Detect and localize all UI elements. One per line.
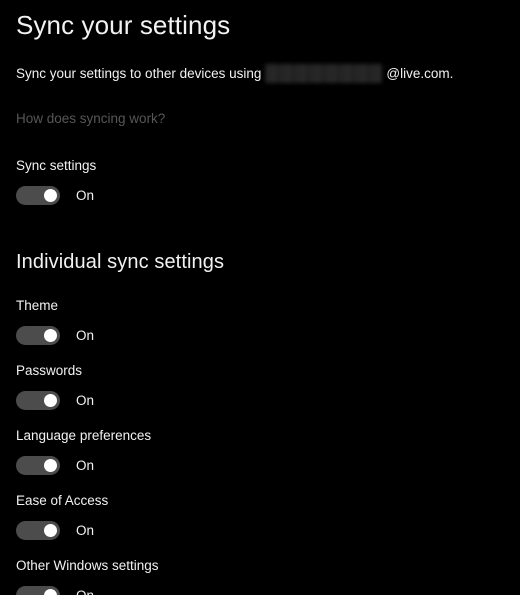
toggle-thumb-icon	[44, 524, 57, 537]
toggle-thumb-icon	[44, 189, 57, 202]
master-sync-toggle-row: On	[16, 186, 504, 205]
list-item: Passwords On	[16, 362, 504, 410]
sync-item-label-language-preferences: Language preferences	[16, 428, 152, 443]
sync-toggle-other-windows-settings[interactable]	[16, 586, 60, 595]
toggle-thumb-icon	[44, 394, 57, 407]
master-sync-label: Sync settings	[16, 158, 97, 173]
sync-toggle-language-preferences[interactable]	[16, 456, 60, 475]
sync-toggle-passwords[interactable]	[16, 391, 60, 410]
sync-state-label-language-preferences: On	[76, 457, 95, 473]
description-suffix-text: @live.com.	[386, 65, 454, 81]
sync-item-label-theme: Theme	[16, 298, 59, 313]
toggle-row-ease-of-access: On	[16, 521, 504, 540]
sync-item-label-other-windows-settings: Other Windows settings	[16, 558, 159, 573]
sync-item-label-passwords: Passwords	[16, 363, 83, 378]
toggle-row-theme: On	[16, 326, 504, 345]
page-title: Sync your settings	[16, 10, 231, 40]
account-description: Sync your settings to other devices usin…	[16, 64, 504, 83]
master-sync-state-label: On	[76, 187, 95, 203]
how-does-syncing-work-link[interactable]: How does syncing work?	[16, 110, 165, 128]
sync-state-label-other-windows-settings: On	[76, 587, 95, 595]
list-item: Ease of Access On	[16, 492, 504, 540]
sync-state-label-passwords: On	[76, 392, 95, 408]
master-sync-setting: Sync settings On	[16, 157, 504, 205]
sync-item-label-ease-of-access: Ease of Access	[16, 493, 109, 508]
toggle-thumb-icon	[44, 329, 57, 342]
sync-state-label-theme: On	[76, 327, 95, 343]
list-item: Theme On	[16, 297, 504, 345]
individual-sync-settings-heading: Individual sync settings	[16, 251, 225, 273]
list-item: Other Windows settings On	[16, 557, 504, 595]
description-prefix-text: Sync your settings to other devices usin…	[16, 65, 262, 81]
master-sync-toggle[interactable]	[16, 186, 60, 205]
toggle-thumb-icon	[44, 589, 57, 595]
sync-toggle-theme[interactable]	[16, 326, 60, 345]
toggle-thumb-icon	[44, 459, 57, 472]
toggle-row-passwords: On	[16, 391, 504, 410]
sync-settings-page: Sync your settings Sync your settings to…	[0, 0, 520, 595]
toggle-row-other-windows-settings: On	[16, 586, 504, 595]
sync-toggle-ease-of-access[interactable]	[16, 521, 60, 540]
sync-state-label-ease-of-access: On	[76, 522, 95, 538]
individual-sync-list: Theme On Passwords On Language preferenc…	[16, 297, 504, 595]
list-item: Language preferences On	[16, 427, 504, 475]
toggle-row-language-preferences: On	[16, 456, 504, 475]
masked-email-redaction	[265, 64, 383, 83]
